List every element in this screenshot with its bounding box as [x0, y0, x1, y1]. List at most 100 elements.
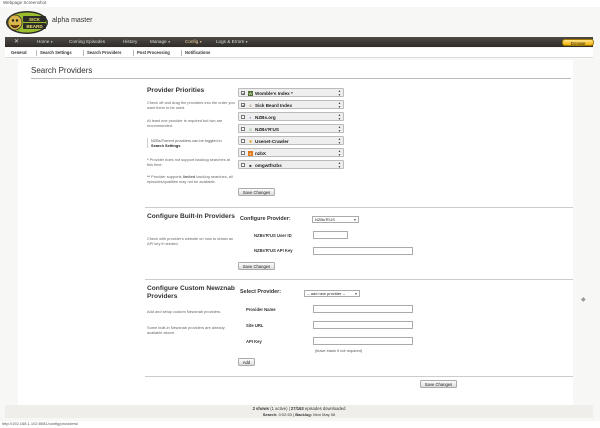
drag-handle-icon[interactable]: ▲ ▼ [338, 161, 341, 169]
provider-checkbox[interactable] [241, 115, 246, 120]
priorities-title: Provider Priorities [147, 87, 205, 94]
provider-checkbox[interactable] [241, 163, 246, 168]
chevron-down-icon: ▼ [50, 40, 54, 44]
browser-window-title: Webpage Screenshot [3, 0, 47, 5]
configure-provider-value: NZBs'R'US [315, 217, 335, 222]
subnav-post-processing[interactable]: Post Processing [137, 48, 170, 58]
drag-handle-icon[interactable]: ▲ ▼ [338, 149, 341, 157]
select-provider-value: -- add new provider -- [307, 291, 346, 296]
search-time: 0:02:53 [278, 412, 292, 417]
legend-text: Provider does not support backlog search… [147, 157, 230, 168]
shows-count: 2 shows [252, 406, 270, 411]
nav-logs-errors[interactable]: Logs & Errors▼ [216, 37, 248, 47]
usenet-crawler-icon: ✹ [248, 138, 253, 144]
subnav-search-settings[interactable]: Search Settings [40, 48, 72, 58]
omgwtf-icon: ■ [249, 162, 252, 168]
subnav-search-providers[interactable]: Search Providers [87, 48, 121, 58]
tools-icon[interactable]: ✕ [14, 38, 22, 46]
select-provider-select[interactable]: -- add new provider -- ▼ [304, 290, 360, 297]
provider-row-usenet-crawler[interactable]: ✹ Usenet-Crawler ▲ ▼ [238, 136, 344, 145]
nzbx-icon: x [248, 150, 253, 156]
provider-row-omgwtfnzbs[interactable]: ■ omgwtfnzbs ▲ ▼ [238, 160, 344, 169]
svg-text:SICK: SICK [29, 17, 41, 22]
provider-name: Sick Beard Index [255, 103, 293, 108]
nav-history[interactable]: History [123, 37, 137, 47]
subnav-divider [133, 50, 134, 56]
chevron-left-icon[interactable]: ◆ [581, 296, 586, 303]
api-key-hint: (leave blank if not required) [315, 348, 363, 353]
nav-logs-errors-label: Logs & Errors [216, 39, 245, 44]
provider-row-nzbsrus[interactable]: ☺ NZBs'R'US ▲ ▼ [238, 124, 344, 133]
configure-provider-label: Configure Provider: [240, 216, 291, 222]
save-all-button[interactable]: Save Changes [420, 380, 457, 388]
title-divider [31, 78, 571, 79]
save-priorities-button[interactable]: Save Changes [238, 188, 275, 196]
provider-row-nzbsorg[interactable]: ▪ NZBs.org ▲ ▼ [238, 112, 344, 121]
configure-provider-select[interactable]: NZBs'R'US ▼ [312, 216, 359, 223]
section-divider [145, 207, 573, 208]
donate-button[interactable]: Donate [562, 38, 594, 46]
api-key-input[interactable] [313, 247, 413, 255]
episodes-count: 27/163 [290, 406, 304, 411]
provider-name: NZBs'R'US [255, 127, 279, 132]
drag-handle-icon[interactable]: ▲ ▼ [338, 89, 341, 97]
nzbsrus-icon: ☺ [248, 126, 253, 132]
sickbeard-logo[interactable]: SICK BEARD [5, 10, 49, 35]
subnav-divider [181, 50, 182, 56]
chevron-down-icon: ▼ [167, 40, 171, 44]
legend-marker: ** [147, 174, 151, 179]
drag-handle-icon[interactable]: ▲ ▼ [338, 137, 341, 145]
custom-api-key-input[interactable] [313, 337, 413, 345]
provider-checkbox[interactable] [241, 127, 246, 132]
priorities-desc-2: At least one provider is required but tw… [147, 118, 223, 129]
select-provider-label: Select Provider: [240, 289, 282, 295]
add-provider-button[interactable]: Add [238, 358, 255, 366]
provider-name: Womble's Index * [255, 91, 293, 96]
priorities-desc: Check off and drag the providers into th… [147, 100, 235, 111]
nav-config[interactable]: Config▼ [185, 37, 202, 47]
provider-checkbox[interactable] [241, 139, 246, 144]
nav-home[interactable]: Home▼ [37, 37, 53, 47]
provider-row-womble[interactable]: ✔ W Womble's Index * ▲ ▼ [238, 88, 344, 97]
section-divider [145, 279, 573, 280]
provider-name: NZBs.org [255, 115, 276, 120]
section-divider [145, 376, 573, 377]
app-title: alpha master [52, 17, 93, 24]
save-builtin-button[interactable]: Save Changes [238, 262, 275, 270]
provider-name-label: Provider Name [246, 307, 276, 312]
builtin-desc: Check with provider's website on how to … [147, 236, 234, 247]
provider-row-nzbx[interactable]: x nzbX ▲ ▼ [238, 148, 344, 157]
provider-checkbox[interactable]: ✔ [241, 91, 245, 96]
provider-checkbox[interactable] [241, 151, 246, 156]
sickbeard-icon: ☺ [248, 102, 253, 108]
nav-config-label: Config [185, 39, 199, 44]
nav-manage[interactable]: Manage▼ [150, 37, 171, 47]
subnav-divider [36, 50, 37, 56]
search-label: Search: [262, 412, 278, 417]
subnav-notifications[interactable]: Notifications [185, 48, 210, 58]
backlog-date: Mon May 06 [313, 412, 336, 417]
provider-row-sickbeard[interactable]: ✔ ☺ Sick Beard Index ▲ ▼ [238, 100, 344, 109]
page-title: Search Providers [31, 66, 93, 75]
provider-checkbox[interactable]: ✔ [241, 103, 245, 108]
provider-name: Usenet-Crawler [255, 139, 289, 144]
drag-handle-icon[interactable]: ▲ ▼ [338, 113, 341, 121]
nav-home-label: Home [37, 39, 50, 44]
nav-coming-episodes[interactable]: Coming Episodes [69, 37, 105, 47]
custom-desc-2: Some built-in Newznab providers are alre… [147, 325, 225, 336]
main-panel: Search Providers Provider Priorities Che… [18, 60, 573, 405]
drag-handle-icon[interactable]: ▲ ▼ [338, 125, 341, 133]
nav-history-label: History [123, 39, 138, 44]
subnav-general[interactable]: General [11, 48, 27, 58]
search-settings-link[interactable]: Search Settings [151, 143, 180, 148]
legend-marker: * [147, 157, 149, 162]
site-url-input[interactable] [313, 321, 413, 329]
priorities-note: NZBs/Torrent providers can be toggled in… [147, 138, 233, 148]
user-id-input[interactable] [313, 231, 348, 239]
builtin-title: Configure Built-In Providers [147, 213, 235, 220]
subnav-divider [83, 50, 84, 56]
provider-name-input[interactable] [313, 305, 413, 313]
user-id-label: NZBs'R'US User ID [254, 233, 292, 238]
drag-handle-icon[interactable]: ▲ ▼ [338, 101, 341, 109]
custom-title: Configure Custom Newznab Providers [147, 285, 235, 300]
